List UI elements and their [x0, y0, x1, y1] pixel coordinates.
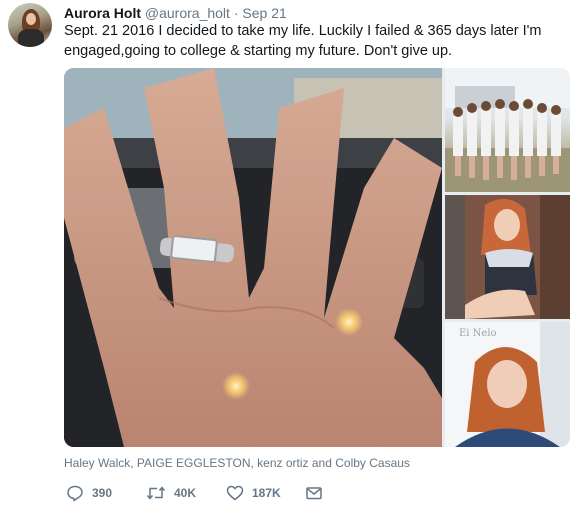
header-separator: · — [233, 5, 239, 21]
girl-sitting-illustration — [445, 195, 570, 319]
photo-ring-hand[interactable] — [64, 68, 442, 447]
reply-button[interactable]: 390 — [66, 484, 112, 502]
avatar[interactable] — [8, 3, 52, 47]
reply-count: 390 — [92, 486, 113, 500]
retweet-button[interactable]: 40K — [146, 484, 196, 502]
tagged-user[interactable]: kenz ortiz — [257, 456, 308, 470]
avatar-face — [26, 13, 36, 25]
author-name[interactable]: Aurora Holt — [64, 5, 141, 21]
tagged-user[interactable]: Colby Casaus — [335, 456, 410, 470]
photo-cheer-team[interactable] — [445, 68, 570, 192]
tagged-user[interactable]: Haley Walck — [64, 456, 130, 470]
heart-icon — [226, 485, 244, 501]
tweet-header: Aurora Holt @aurora_holt · Sep 21 — [64, 4, 287, 22]
direct-message-button[interactable] — [305, 484, 323, 502]
tagged-user[interactable]: PAIGE EGGLESTON — [137, 456, 251, 470]
envelope-icon — [306, 487, 322, 500]
ring-hand-illustration — [64, 68, 442, 447]
author-handle[interactable]: @aurora_holt — [145, 5, 230, 21]
like-button[interactable]: 187K — [226, 484, 281, 502]
tagged-users: Haley Walck, PAIGE EGGLESTON, kenz ortiz… — [64, 456, 410, 470]
photo-selfie[interactable]: Ei Nelo — [445, 322, 570, 447]
reply-icon — [67, 485, 83, 502]
photo-girl-sitting[interactable] — [445, 195, 570, 319]
retweet-count: 40K — [174, 486, 197, 500]
tag-separator: , — [130, 456, 137, 470]
cheer-team-illustration — [445, 68, 570, 192]
media-grid: Ei Nelo — [64, 68, 570, 447]
selfie-illustration: Ei Nelo — [445, 322, 570, 447]
tweet-text: Sept. 21 2016 I decided to take my life.… — [64, 23, 542, 59]
tweet-timestamp[interactable]: Sep 21 — [242, 5, 286, 21]
avatar-body — [18, 29, 44, 47]
svg-text:Ei Nelo: Ei Nelo — [459, 328, 497, 339]
like-count: 187K — [252, 486, 281, 500]
tag-and: and — [308, 456, 336, 470]
retweet-icon — [146, 486, 166, 500]
